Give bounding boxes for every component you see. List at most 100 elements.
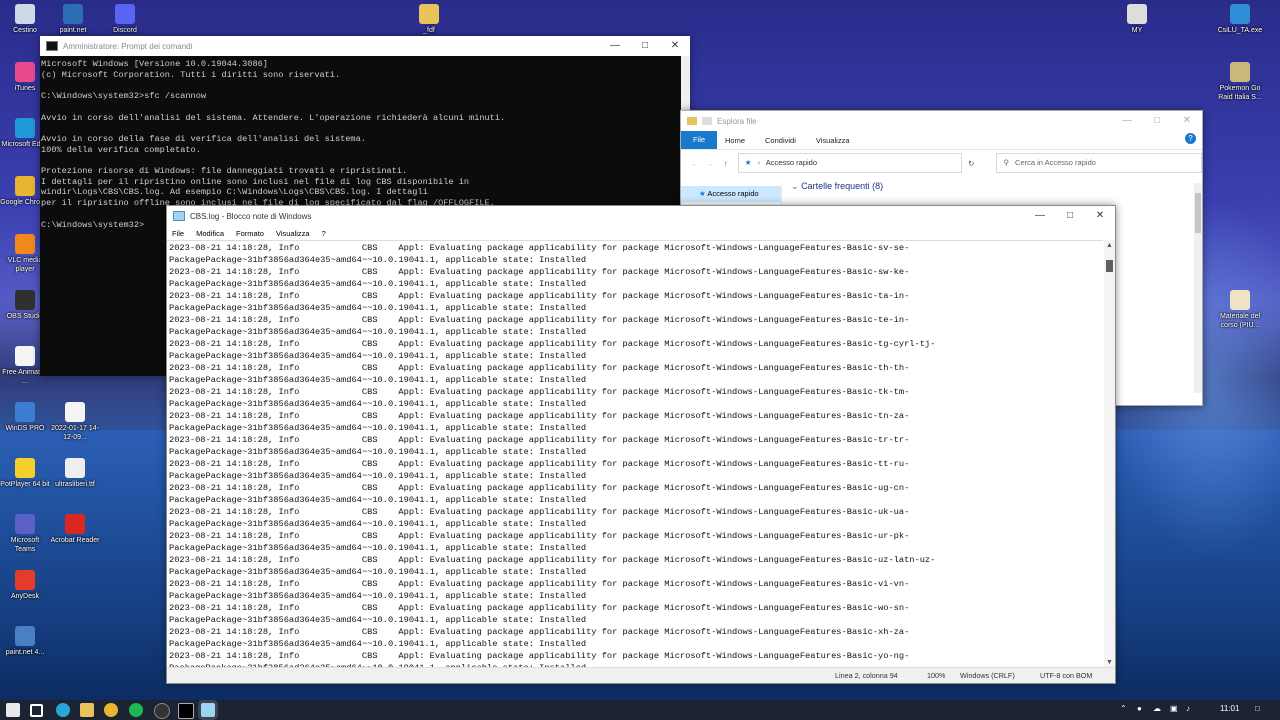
desktop-icon-winds[interactable]: WinDS PRO: [0, 402, 50, 433]
desktop-icon-installer[interactable]: CsiLU_TA.exe: [1215, 4, 1265, 35]
refresh-icon[interactable]: ↻: [968, 159, 974, 168]
notepad-titlebar[interactable]: CBS.log - Blocco note di Windows — □ ✕: [167, 206, 1115, 226]
network-icon[interactable]: ▣: [1170, 704, 1178, 713]
discord-icon: [115, 4, 135, 24]
desktop-icon-label: _fdf: [423, 27, 435, 34]
tab-view[interactable]: Visualizza: [816, 136, 850, 145]
help-icon[interactable]: ?: [1185, 133, 1196, 144]
desktop-icon-label: Discord: [113, 27, 137, 34]
notepad-window[interactable]: CBS.log - Blocco note di Windows — □ ✕ F…: [166, 205, 1116, 684]
minimize-button[interactable]: —: [1025, 206, 1055, 226]
taskbar: ⌃ ● ☁ ▣ ♪ 11:01 □: [0, 700, 1280, 720]
obs-icon[interactable]: [154, 703, 170, 719]
desktop-icon-text-file[interactable]: 2022-01-17 14-12-09...: [50, 402, 100, 442]
menu-view[interactable]: Visualizza: [276, 229, 310, 238]
menu-help[interactable]: ?: [322, 229, 326, 238]
file-icon: [1127, 4, 1147, 24]
desktop-icon-file[interactable]: MY: [1112, 4, 1162, 35]
anydesk-icon: [15, 570, 35, 590]
cmd-icon[interactable]: [178, 703, 194, 719]
spotify-icon[interactable]: [129, 703, 143, 717]
scroll-down-icon[interactable]: ▼: [1106, 659, 1113, 666]
frequent-folders-header[interactable]: ⌄ Cartelle frequenti (8): [791, 181, 883, 192]
back-arrow-icon[interactable]: ←: [691, 159, 699, 168]
forward-arrow-icon[interactable]: →: [707, 159, 715, 168]
chrome-icon[interactable]: [104, 703, 118, 717]
desktop-icon-font-file[interactable]: ultrasliberi.ttf: [50, 458, 100, 489]
desktop-icon-zip-archive[interactable]: Pokemon Go Raid Italia S...: [1215, 62, 1265, 102]
explorer-titlebar[interactable]: Esplora file — □ ✕: [681, 111, 1202, 131]
minimize-button[interactable]: —: [1112, 111, 1142, 131]
file-explorer-icon[interactable]: [80, 703, 94, 717]
zoom-level: 100%: [927, 671, 946, 680]
desktop-icon-potplayer[interactable]: PotPlayer 64 bit: [0, 458, 50, 489]
desktop-icon-recycle-bin[interactable]: Cestino: [0, 4, 50, 35]
volume-icon[interactable]: ♪: [1186, 704, 1190, 713]
windows-start-icon[interactable]: [6, 703, 20, 717]
edge-icon[interactable]: [56, 703, 70, 717]
notifications-icon[interactable]: □: [1255, 704, 1260, 713]
desktop-icon-paint-net-installer[interactable]: paint.net 4...: [0, 626, 50, 657]
notepad-icon[interactable]: [201, 703, 215, 717]
menu-edit[interactable]: Modifica: [196, 229, 224, 238]
obs-tray-icon[interactable]: ●: [1137, 704, 1142, 713]
tab-share[interactable]: Condividi: [765, 136, 796, 145]
up-arrow-icon[interactable]: ↑: [724, 159, 728, 168]
tray-chevron-up-icon[interactable]: ⌃: [1120, 704, 1127, 713]
notepad-text-area[interactable]: 2023-08-21 14:18:28, Info CBS Appl: Eval…: [167, 240, 1103, 669]
maximize-button[interactable]: □: [1142, 111, 1172, 131]
nav-item-quick-access[interactable]: ★ Accesso rapido: [681, 186, 781, 202]
desktop-icon-label: Materiale del corso (PIU...: [1219, 313, 1261, 329]
address-text: Accesso rapido: [765, 158, 818, 167]
edge-icon: [15, 118, 35, 138]
log-content: 2023-08-21 14:18:28, Info CBS Appl: Eval…: [169, 243, 936, 669]
desktop-icon-label: MY: [1131, 27, 1143, 34]
frequent-folders-label: Cartelle frequenti (8): [801, 181, 884, 191]
onedrive-icon[interactable]: ☁: [1153, 704, 1161, 713]
teams-icon: [15, 514, 35, 534]
close-button[interactable]: ✕: [660, 36, 690, 56]
vlc-icon: [15, 234, 35, 254]
desktop-icon-discord[interactable]: Discord: [100, 4, 150, 35]
desktop-icon-folder[interactable]: _fdf: [404, 4, 454, 35]
task-view-icon[interactable]: [30, 704, 43, 717]
notepad-menubar: File Modifica Formato Visualizza ?: [167, 226, 1115, 240]
search-placeholder: Cerca in Accesso rapido: [1015, 158, 1096, 167]
menu-file[interactable]: File: [172, 229, 184, 238]
folder-icon: [419, 4, 439, 24]
explorer-scrollbar[interactable]: [1194, 183, 1202, 393]
clock[interactable]: 11:01: [1220, 704, 1239, 713]
document-icon: [15, 346, 35, 366]
desktop-icon-teams[interactable]: Microsoft Teams: [0, 514, 50, 554]
scroll-up-icon[interactable]: ▲: [1106, 242, 1113, 249]
nav-item-label: Accesso rapido: [707, 189, 759, 198]
close-button[interactable]: ✕: [1172, 111, 1202, 131]
zip-archive-icon: [1230, 62, 1250, 82]
quick-access-toolbar-icon[interactable]: [702, 117, 712, 125]
cursor-position: Linea 2, colonna 94: [835, 671, 898, 680]
star-icon: ★: [699, 189, 706, 198]
cmd-titlebar[interactable]: Amministratore: Prompt dei comandi — □ ✕: [40, 36, 690, 56]
maximize-button[interactable]: □: [630, 36, 660, 56]
tab-home[interactable]: Home: [725, 136, 745, 145]
folder-icon: [687, 117, 697, 125]
desktop-icon-label: paint.net: [59, 27, 87, 34]
minimize-button[interactable]: —: [600, 36, 630, 56]
menu-format[interactable]: Formato: [236, 229, 264, 238]
scrollbar-thumb[interactable]: [1106, 260, 1113, 272]
address-bar[interactable]: ★ › Accesso rapido: [737, 153, 963, 173]
desktop-icon-acrobat[interactable]: Acrobat Reader: [50, 514, 100, 545]
desktop-icon-label: Microsoft Teams: [10, 537, 40, 553]
explorer-ribbon: File Home Condividi Visualizza ?: [681, 131, 1202, 150]
maximize-button[interactable]: □: [1055, 206, 1085, 226]
close-button[interactable]: ✕: [1085, 206, 1115, 226]
search-icon: ⚲: [1003, 158, 1009, 167]
installer-icon: [1230, 4, 1250, 24]
desktop-icon-paint-net[interactable]: paint.net: [48, 4, 98, 35]
tab-file[interactable]: File: [681, 131, 717, 149]
pdf-file-icon: [1230, 290, 1250, 310]
desktop-icon-anydesk[interactable]: AnyDesk: [0, 570, 50, 601]
search-input[interactable]: ⚲ Cerca in Accesso rapido: [996, 153, 1202, 173]
notepad-scrollbar[interactable]: ▲ ▼: [1104, 240, 1115, 668]
desktop-icon-pdf-file[interactable]: Materiale del corso (PIU...: [1215, 290, 1265, 330]
